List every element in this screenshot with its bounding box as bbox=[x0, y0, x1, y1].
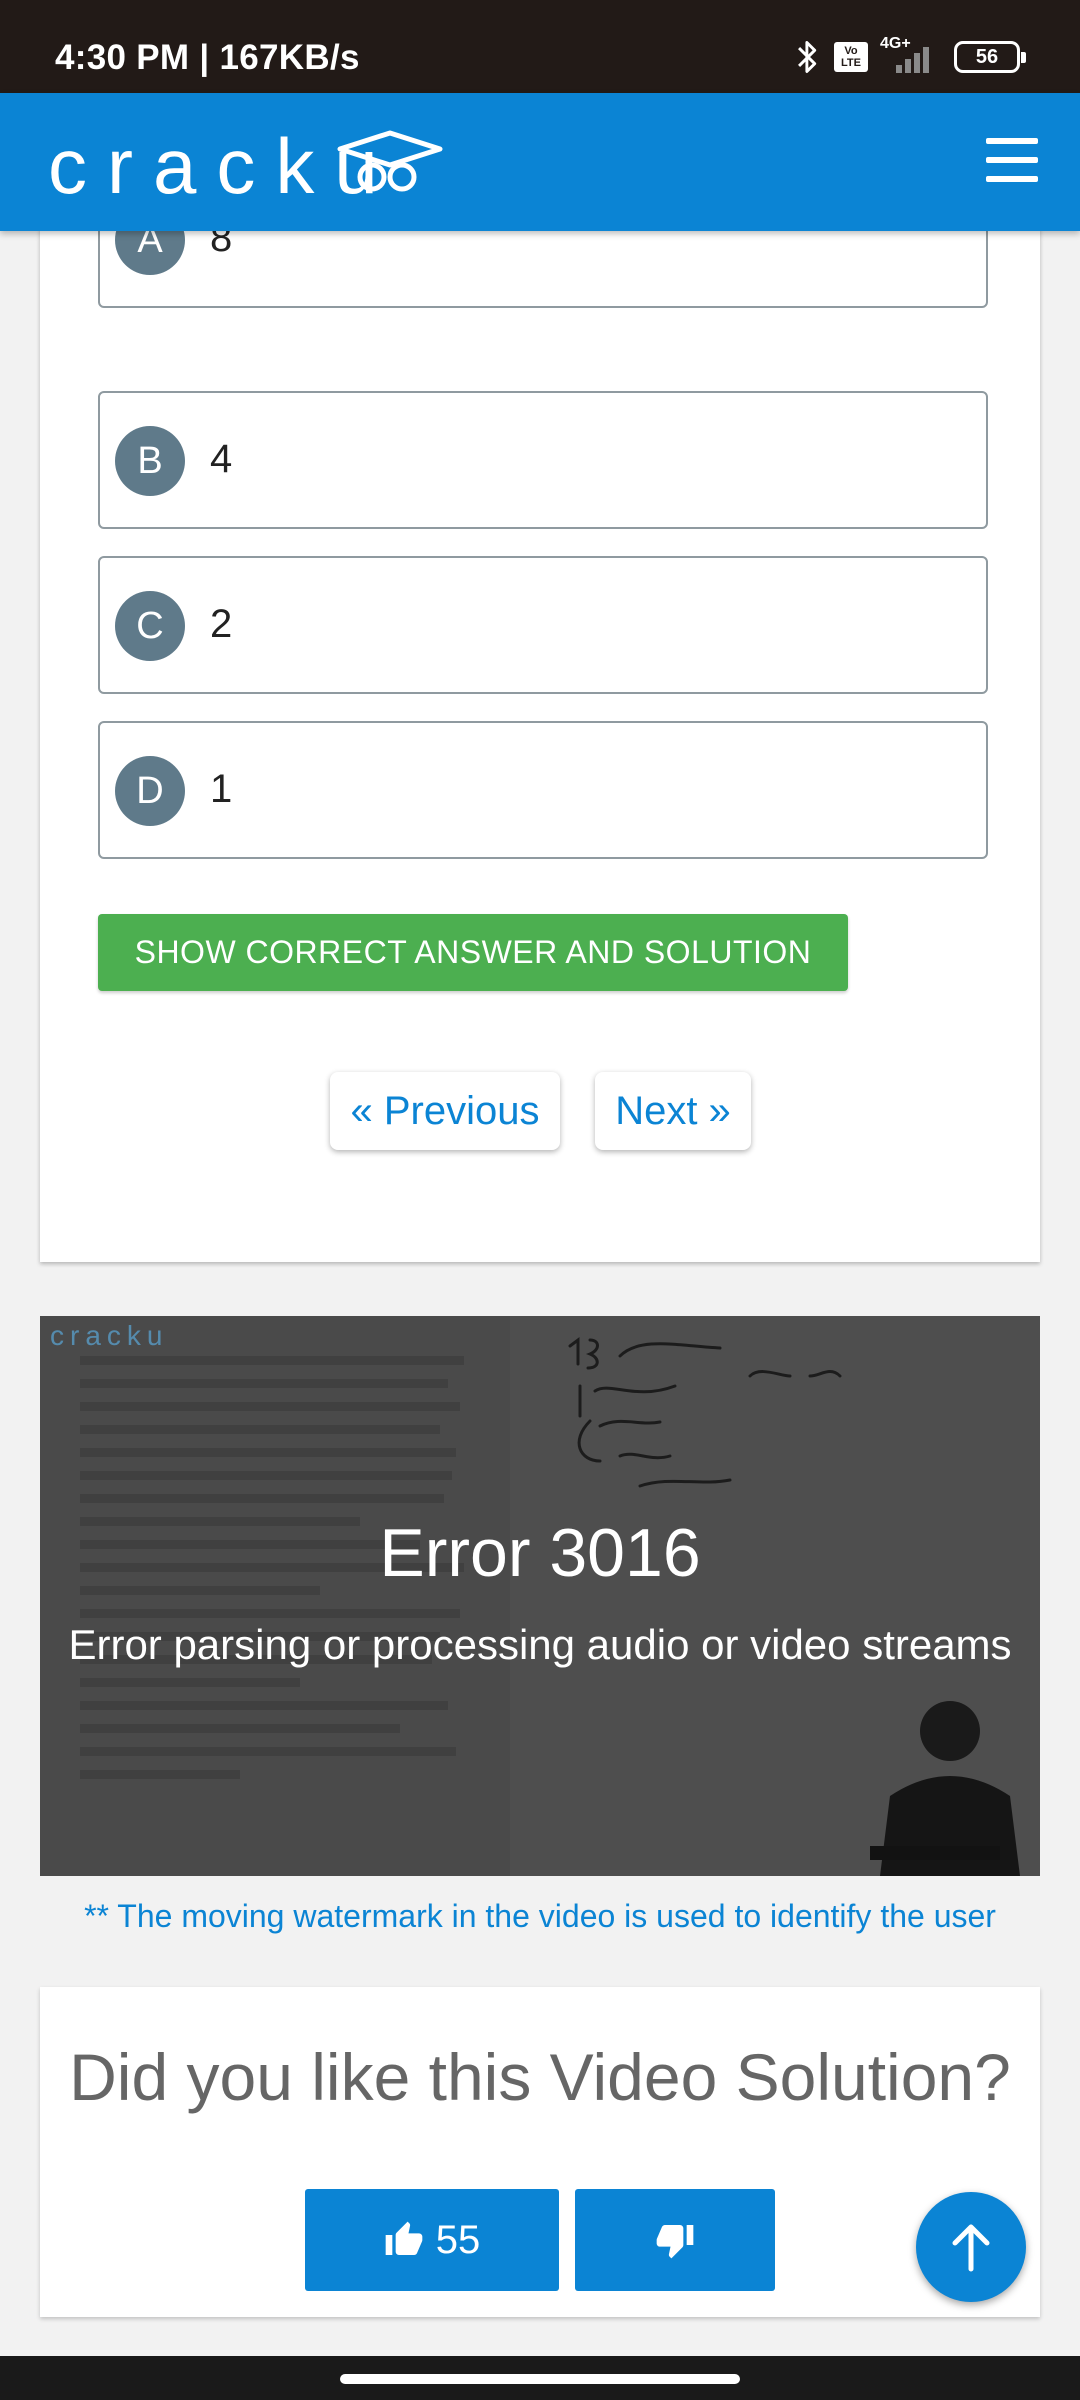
option-b[interactable]: B 4 bbox=[98, 391, 988, 529]
question-card: A 8 B 4 C 2 D 1 SHOW CORRECT ANSWER AND … bbox=[40, 170, 1040, 1262]
error-message: Error parsing or processing audio or vid… bbox=[68, 1621, 1012, 1668]
bluetooth-icon bbox=[798, 41, 817, 73]
previous-button[interactable]: « Previous bbox=[330, 1072, 560, 1150]
arrow-up-icon bbox=[952, 2224, 990, 2272]
option-text: 4 bbox=[210, 437, 233, 481]
option-d[interactable]: D 1 bbox=[98, 721, 988, 859]
scroll-to-top-button[interactable] bbox=[916, 2192, 1026, 2302]
battery-icon: 56 bbox=[954, 41, 1026, 73]
option-text: 1 bbox=[210, 767, 233, 811]
show-solution-button[interactable]: SHOW CORRECT ANSWER AND SOLUTION bbox=[98, 914, 848, 991]
app-header: cracku bbox=[0, 93, 1080, 231]
thumbs-up-icon bbox=[385, 2221, 423, 2255]
signal-icon: 4G+ bbox=[880, 35, 942, 75]
rating-question: Did you like this Video Solution? bbox=[69, 2040, 1011, 2114]
error-title: Error 3016 bbox=[379, 1515, 701, 1591]
watermark-note: ** The moving watermark in the video is … bbox=[84, 1898, 996, 1934]
video-watermark-logo: cracku bbox=[50, 1320, 169, 1351]
thumbs-down-icon bbox=[656, 2225, 694, 2259]
status-time: 4:30 PM | 167KB/s bbox=[55, 38, 360, 77]
status-bar: 4:30 PM | 167KB/s Vo LTE 4G+ 56 bbox=[0, 0, 1080, 93]
rating-card: Did you like this Video Solution? 55 bbox=[40, 1987, 1040, 2317]
like-button[interactable]: 55 bbox=[305, 2189, 559, 2291]
next-button[interactable]: Next » bbox=[595, 1072, 751, 1150]
video-player[interactable]: cracku Error 3016 Error parsing or proce… bbox=[40, 1316, 1040, 1876]
volte-icon: Vo LTE bbox=[834, 42, 868, 72]
system-nav-bar bbox=[0, 2356, 1080, 2400]
home-indicator[interactable] bbox=[340, 2374, 740, 2384]
dislike-button[interactable] bbox=[575, 2189, 775, 2291]
option-text: 2 bbox=[210, 602, 233, 646]
option-letter: D bbox=[115, 756, 185, 826]
status-icons: Vo LTE 4G+ 56 bbox=[794, 35, 1026, 76]
option-c[interactable]: C 2 bbox=[98, 556, 988, 694]
like-count: 55 bbox=[435, 2217, 481, 2262]
option-letter: B bbox=[115, 426, 185, 496]
hamburger-menu-button[interactable] bbox=[986, 138, 1038, 182]
option-letter: C bbox=[115, 591, 185, 661]
error-overlay bbox=[40, 1316, 1040, 1876]
graduation-cap-icon bbox=[337, 130, 443, 192]
